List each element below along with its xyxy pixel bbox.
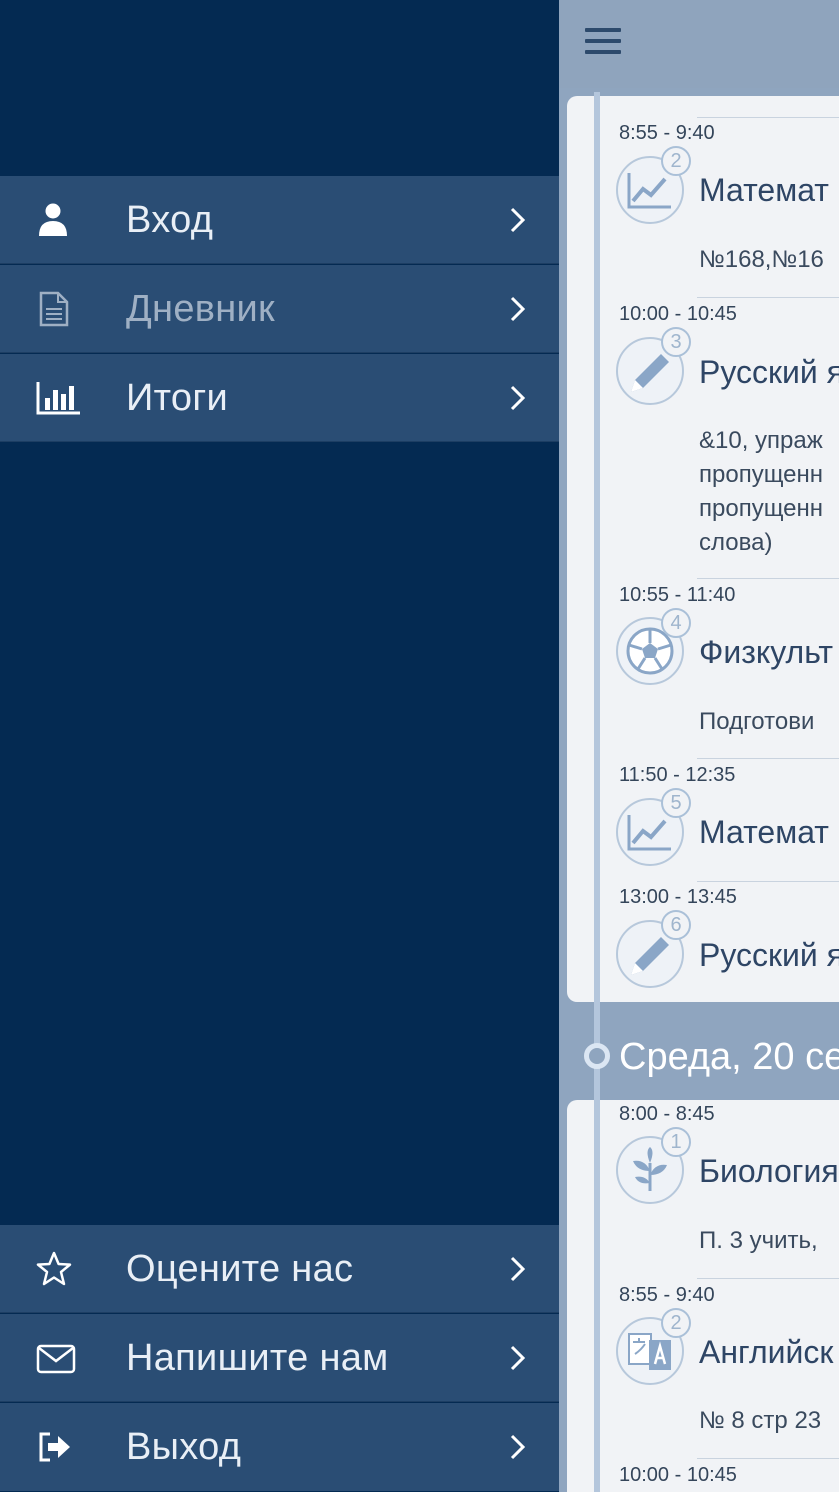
lesson-number-badge: 6 bbox=[661, 910, 691, 940]
chevron-right-icon bbox=[510, 385, 526, 411]
navigation-drawer: Вход Дневник Итоги Оцените нас Напишите … bbox=[0, 0, 559, 1492]
menu-item-logout[interactable]: Выход bbox=[0, 1403, 559, 1491]
lesson-subject: Английск bbox=[699, 1334, 834, 1370]
menu-item-write-us[interactable]: Напишите нам bbox=[0, 1314, 559, 1402]
chevron-right-icon bbox=[510, 207, 526, 233]
lesson-number-badge: 4 bbox=[661, 608, 691, 638]
lesson-homework: Подготови bbox=[699, 708, 815, 735]
lesson-homework: слова) bbox=[699, 529, 773, 556]
lesson-time: 11:50 - 12:35 bbox=[619, 764, 736, 786]
lesson-subject: Русский я bbox=[699, 354, 839, 390]
lesson-number-badge: 1 bbox=[661, 1127, 691, 1157]
menu-item-login[interactable]: Вход bbox=[0, 176, 559, 264]
timeline-day-marker bbox=[584, 1043, 610, 1069]
lesson-time: 8:55 - 9:40 bbox=[619, 1284, 715, 1306]
hamburger-menu-icon[interactable] bbox=[585, 28, 621, 58]
lesson-number-badge: 2 bbox=[661, 146, 691, 176]
document-icon bbox=[39, 291, 69, 327]
lesson-subject: Математ bbox=[699, 172, 829, 208]
day-header: Среда, 20 се bbox=[619, 1036, 839, 1078]
chevron-right-icon bbox=[510, 1345, 526, 1371]
lesson-subject: Биология bbox=[699, 1153, 839, 1189]
chevron-right-icon bbox=[510, 1256, 526, 1282]
menu-item-results[interactable]: Итоги bbox=[0, 354, 559, 442]
lesson-homework: №168,№16 bbox=[699, 246, 824, 273]
logout-icon bbox=[39, 1432, 70, 1462]
lesson-subject: Русский я bbox=[699, 937, 839, 973]
lesson-homework: пропущенн bbox=[699, 461, 824, 488]
menu-item-label: Дневник bbox=[126, 288, 275, 330]
menu-item-rate-us[interactable]: Оцените нас bbox=[0, 1225, 559, 1313]
envelope-icon bbox=[36, 1344, 76, 1374]
lesson-time: 13:00 - 13:45 bbox=[619, 886, 737, 908]
menu-item-label: Выход bbox=[126, 1426, 242, 1468]
lesson-time: 10:00 - 10:45 bbox=[619, 1464, 737, 1486]
lesson-time: 8:00 - 8:45 bbox=[619, 1103, 715, 1125]
lesson-time: 10:55 - 11:40 bbox=[619, 584, 736, 606]
lesson-homework: № 8 стр 23 bbox=[699, 1407, 822, 1434]
menu-item-label: Вход bbox=[126, 199, 214, 241]
menu-item-label: Напишите нам bbox=[126, 1337, 389, 1379]
lesson-homework: пропущенн bbox=[699, 495, 824, 522]
user-icon bbox=[39, 203, 67, 236]
menu-item-label: Итоги bbox=[126, 377, 229, 419]
chevron-right-icon bbox=[510, 296, 526, 322]
timeline-line bbox=[594, 92, 600, 1492]
lesson-time: 8:55 - 9:40 bbox=[619, 122, 715, 144]
app-toolbar bbox=[559, 0, 839, 88]
menu-item-label: Оцените нас bbox=[126, 1248, 354, 1290]
lesson-number-badge: 5 bbox=[661, 788, 691, 818]
chevron-right-icon bbox=[510, 1434, 526, 1460]
lesson-homework: &10, упраж bbox=[699, 427, 823, 454]
lesson-number-badge: 3 bbox=[661, 327, 691, 357]
lesson-subject: Математ bbox=[699, 814, 829, 850]
star-icon bbox=[36, 1251, 72, 1286]
lesson-homework: П. 3 учить, bbox=[699, 1227, 818, 1254]
lesson-number-badge: 2 bbox=[661, 1308, 691, 1338]
lesson-time: 10:00 - 10:45 bbox=[619, 303, 737, 325]
lesson-subject: Физкульт bbox=[699, 634, 834, 670]
schedule-panel: Среда, 20 се 8:55 - 9:40 2 Математ №168,… bbox=[559, 0, 839, 1492]
menu-item-diary[interactable]: Дневник bbox=[0, 265, 559, 353]
bar-chart-icon bbox=[36, 382, 80, 415]
